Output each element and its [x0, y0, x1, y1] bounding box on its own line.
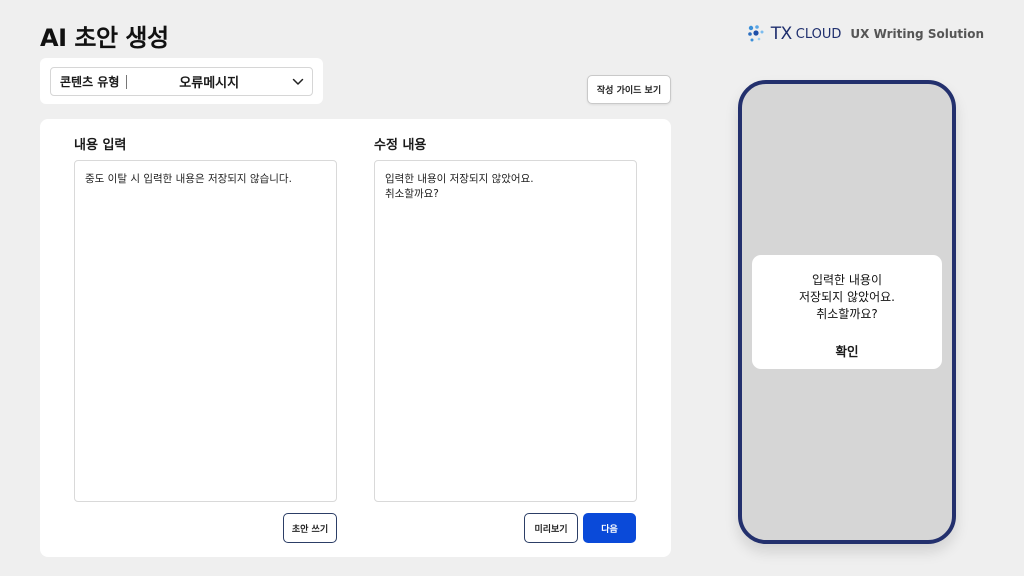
content-type-value: 오류메시지	[179, 76, 240, 91]
content-type-card: 콘텐츠 유형 오류메시지	[40, 58, 323, 104]
chevron-down-icon	[292, 78, 304, 85]
tx-cloud-logo-icon	[747, 25, 764, 42]
preview-dialog: 입력한 내용이 저장되지 않았어요. 취소할까요? 확인	[752, 255, 942, 369]
draft-button[interactable]: 초안 쓰기	[283, 513, 337, 543]
dialog-confirm-button[interactable]: 확인	[835, 341, 858, 360]
output-textarea[interactable]: 입력한 내용이 저장되지 않았어요. 취소할까요?	[374, 160, 637, 502]
next-button[interactable]: 다음	[583, 513, 636, 543]
writing-guide-button[interactable]: 작성 가이드 보기	[587, 75, 671, 104]
input-textarea[interactable]: 중도 이탈 시 입력한 내용은 저장되지 않습니다.	[74, 160, 337, 502]
content-type-select[interactable]: 콘텐츠 유형 오류메시지	[50, 67, 313, 96]
brand-subtitle: UX Writing Solution	[850, 27, 984, 41]
input-panel-title: 내용 입력	[74, 138, 127, 153]
preview-button[interactable]: 미리보기	[524, 513, 578, 543]
content-type-label: 콘텐츠 유형	[60, 75, 120, 89]
output-panel-title: 수정 내용	[374, 138, 427, 153]
brand-cloud: CLOUD	[795, 26, 842, 42]
brand-tx: TX	[770, 24, 793, 44]
page-title: AI 초안 생성	[40, 24, 169, 52]
brand-logo: TX CLOUD UX Writing Solution	[747, 24, 984, 44]
dialog-message: 입력한 내용이 저장되지 않았어요. 취소할까요?	[799, 273, 895, 321]
